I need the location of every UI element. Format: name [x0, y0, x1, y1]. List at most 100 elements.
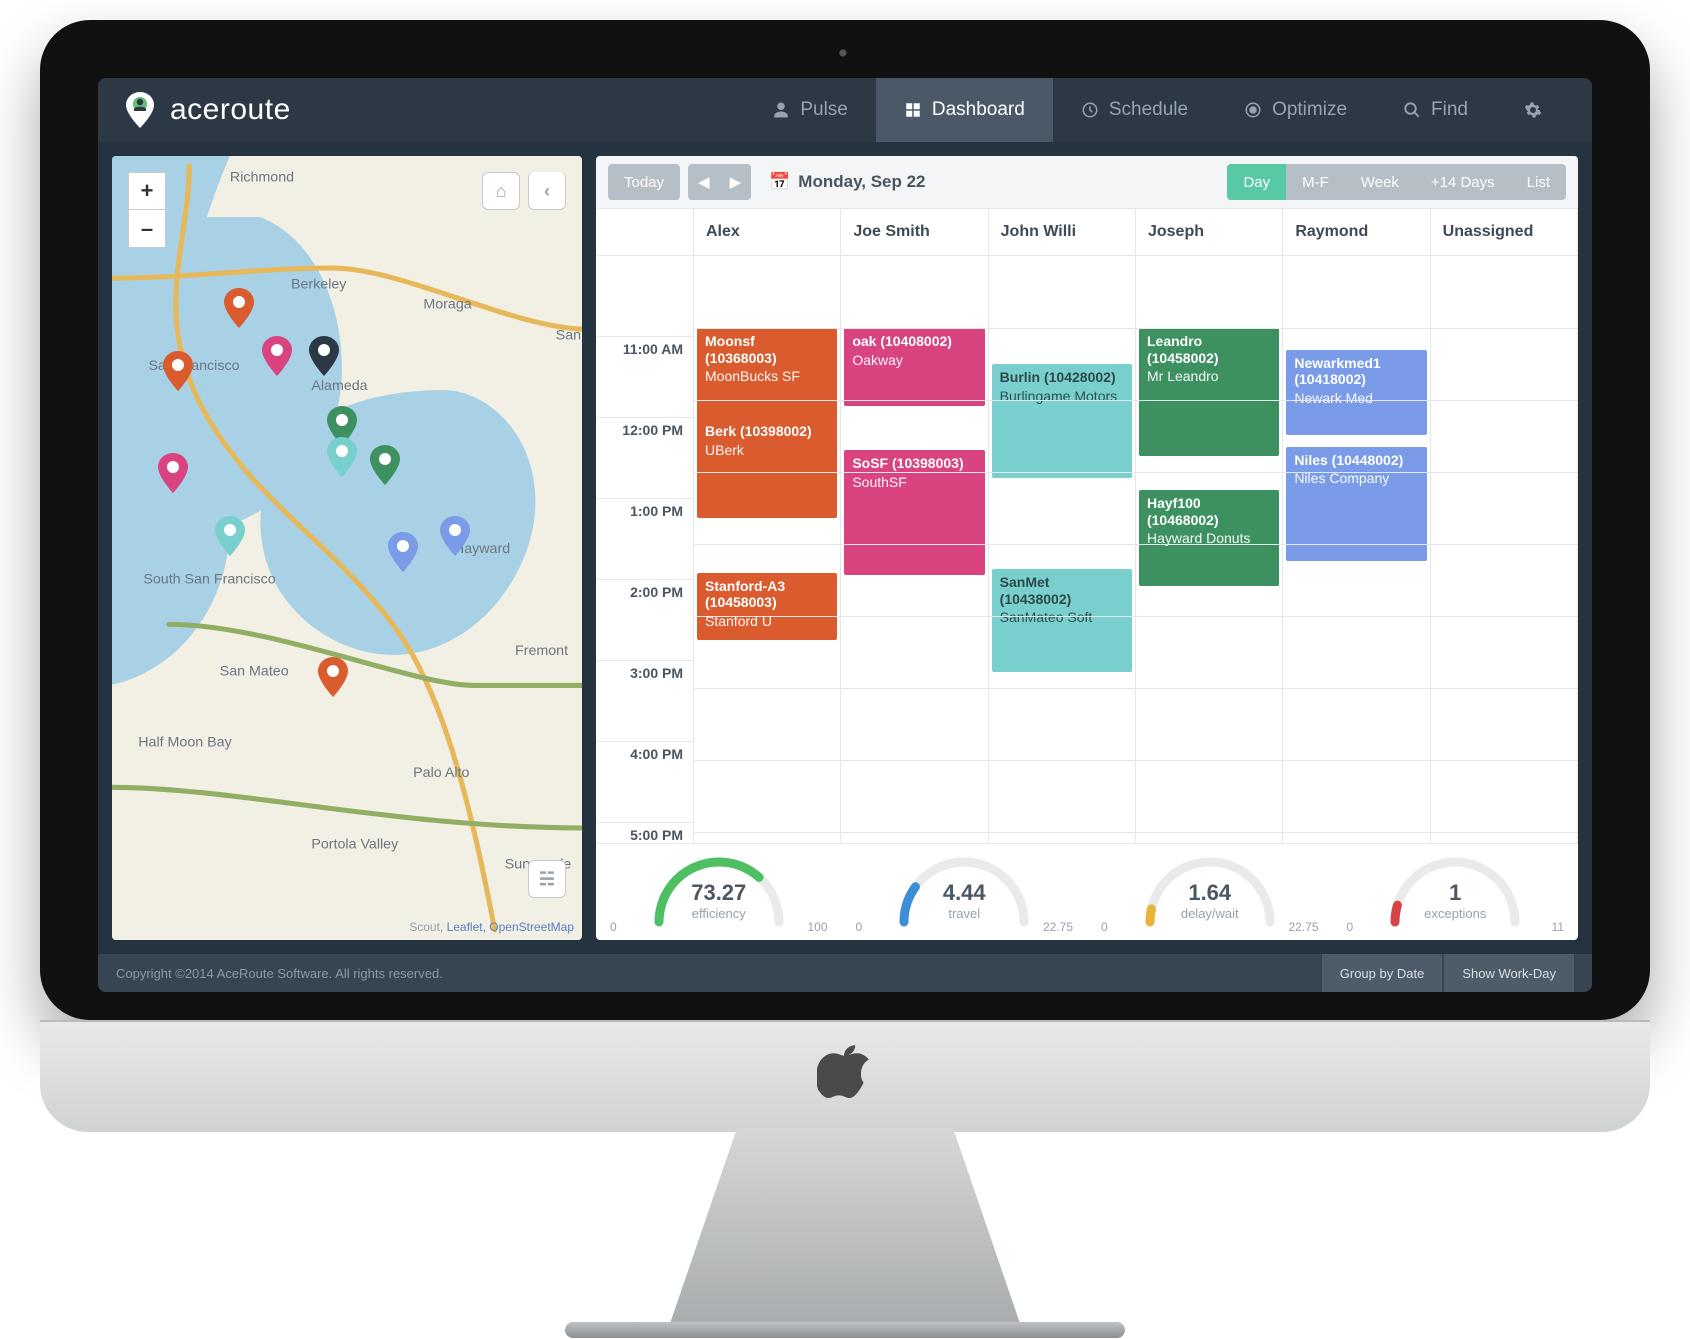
column-header[interactable]: Raymond	[1283, 209, 1430, 255]
event[interactable]: SoSF (10398003)SouthSF	[844, 450, 984, 575]
footer: Copyright ©2014 AceRoute Software. All r…	[98, 954, 1592, 992]
nav-dashboard[interactable]: Dashboard	[876, 78, 1053, 142]
event-subtitle: Newark Med	[1294, 390, 1418, 407]
apple-logo-icon	[817, 1042, 873, 1098]
event[interactable]: Moonsf (10368003)MoonBucks SF	[697, 328, 837, 424]
schedule-column[interactable]: oak (10408002)Oakway SoSF (10398003)South…	[841, 256, 988, 843]
kpi-gauges: 73.27efficiency01004.44travel022.751.64d…	[596, 843, 1578, 940]
today-button[interactable]: Today	[608, 164, 680, 200]
event[interactable]: Newarkmed1 (10418002) Newark Med	[1286, 350, 1426, 435]
map-attr-links[interactable]: Leaflet, OpenStreetMap	[447, 920, 574, 934]
view-list[interactable]: List	[1511, 164, 1566, 200]
target-icon	[1244, 101, 1262, 119]
map-back-button[interactable]: ‹	[528, 172, 566, 210]
map-home-button[interactable]: ⌂	[482, 172, 520, 210]
nav-settings[interactable]	[1496, 78, 1570, 142]
event[interactable]: Leandro (10458002)Mr Leandro	[1139, 328, 1279, 456]
map-pin[interactable]	[224, 288, 254, 328]
nav-label: Find	[1431, 99, 1468, 121]
map-pin[interactable]	[370, 445, 400, 485]
map-city-label: Portola Valley	[311, 836, 399, 852]
event[interactable]: Berk (10398002)UBerk	[697, 418, 837, 518]
top-nav: Pulse DashboardSchedule Optimize Find	[744, 78, 1570, 142]
event[interactable]: oak (10408002)Oakway	[844, 328, 984, 406]
group-by-date-button[interactable]: Group by Date	[1322, 954, 1443, 992]
event-subtitle: UBerk	[705, 442, 829, 459]
column-header[interactable]: Alex	[694, 209, 841, 255]
event-title: SanMet (10438002)	[1000, 574, 1124, 607]
column-header[interactable]: Unassigned	[1431, 209, 1578, 255]
footer-copyright: Copyright ©2014 AceRoute Software. All r…	[116, 966, 443, 981]
event[interactable]: Stanford-A3 (10458003)Stanford U	[697, 573, 837, 640]
event-title: oak (10408002)	[852, 333, 976, 350]
map-city-label: Richmond	[230, 169, 294, 185]
schedule-body: 11:00 AM12:00 PM1:00 PM2:00 PM3:00 PM4:0…	[596, 256, 1578, 843]
nav-pulse[interactable]: Pulse	[744, 78, 876, 142]
event-title: Newarkmed1 (10418002)	[1294, 355, 1418, 388]
map-pin[interactable]	[163, 351, 193, 391]
map-pin[interactable]	[262, 336, 292, 376]
map-pin[interactable]	[388, 532, 418, 572]
map-city-label: Fremont	[515, 643, 568, 659]
schedule-column[interactable]: Moonsf (10368003)MoonBucks SFBerk (10398…	[694, 256, 841, 843]
map-city-label: Moraga	[423, 297, 471, 313]
event[interactable]: SanMet (10438002)SanMateo Soft	[992, 569, 1132, 672]
screen-content: aceroute Pulse DashboardSchedule Optimize F…	[98, 78, 1592, 992]
map-pin[interactable]	[318, 657, 348, 697]
event-title: Burlin (10428002)	[1000, 369, 1124, 386]
event-subtitle: Burlingame Motors	[1000, 388, 1124, 405]
schedule-toolbar: Today ◀ ▶ 📅 Monday, Sep 22 DayM-FWeek+14…	[596, 156, 1578, 209]
map-attribution: Scout, Leaflet, OpenStreetMap	[409, 920, 574, 934]
map-zoom-out[interactable]: –	[128, 210, 166, 248]
schedule-column[interactable]	[1431, 256, 1578, 843]
map-pin[interactable]	[440, 516, 470, 556]
top-bar: aceroute Pulse DashboardSchedule Optimize F…	[98, 78, 1592, 142]
map-canvas[interactable]: RichmondBerkeleyMoragaSan FranciscoAlame…	[112, 156, 582, 940]
event-title: Leandro (10458002)	[1147, 333, 1271, 366]
next-day-button[interactable]: ▶	[720, 164, 752, 200]
gauge-value: 4.44	[943, 880, 986, 906]
event[interactable]: Burlin (10428002) Burlingame Motors	[992, 364, 1132, 478]
map-pin[interactable]	[327, 437, 357, 477]
prev-day-button[interactable]: ◀	[688, 164, 720, 200]
map-city-label: Berkeley	[291, 276, 347, 292]
map-pin[interactable]	[158, 453, 188, 493]
user-icon	[772, 101, 790, 119]
gauge-max: 11	[1552, 920, 1564, 934]
event[interactable]: Hayf100 (10468002)Hayward Donuts	[1139, 490, 1279, 586]
gauge-value: 1.64	[1188, 880, 1231, 906]
map-attr-prefix: Scout,	[409, 920, 446, 934]
schedule-column[interactable]: Leandro (10458002)Mr Leandro Hayf100 (104…	[1136, 256, 1283, 843]
nav-label: Optimize	[1272, 99, 1347, 121]
schedule-column[interactable]: Burlin (10428002) Burlingame Motors SanMet…	[989, 256, 1136, 843]
view-day[interactable]: Day	[1227, 164, 1286, 200]
search-icon	[1403, 101, 1421, 119]
view--14-days[interactable]: +14 Days	[1415, 164, 1511, 200]
column-header[interactable]: Joseph	[1136, 209, 1283, 255]
view-week[interactable]: Week	[1345, 164, 1415, 200]
view-m-f[interactable]: M-F	[1286, 164, 1345, 200]
map-pin[interactable]	[309, 336, 339, 376]
gauge-min: 0	[1347, 920, 1354, 934]
map-pin[interactable]	[215, 516, 245, 556]
show-work-day-button[interactable]: Show Work-Day	[1444, 954, 1574, 992]
map-panel[interactable]: RichmondBerkeleyMoragaSan FranciscoAlame…	[112, 156, 582, 940]
gauge-value: 1	[1449, 880, 1461, 906]
time-slot: 12:00 PM	[596, 418, 694, 499]
map-layers-button[interactable]: ☵	[528, 860, 566, 898]
column-header[interactable]: John Willi	[989, 209, 1136, 255]
brand-logo: aceroute	[120, 90, 291, 130]
map-city-label: Palo Alto	[413, 765, 469, 781]
nav-schedule[interactable]: Schedule	[1053, 78, 1216, 142]
brand-mark-icon	[120, 90, 160, 130]
schedule-columns[interactable]: Moonsf (10368003)MoonBucks SFBerk (10398…	[694, 256, 1578, 843]
column-header[interactable]: Joe Smith	[841, 209, 988, 255]
nav-find[interactable]: Find	[1375, 78, 1496, 142]
nav-label: Pulse	[800, 99, 848, 121]
map-zoom-in[interactable]: +	[128, 172, 166, 210]
nav-optimize[interactable]: Optimize	[1216, 78, 1375, 142]
gauge-label: exceptions	[1424, 906, 1486, 921]
map-top-right-controls: ⌂ ‹	[474, 172, 566, 210]
map-city-label: San Mateo	[220, 663, 289, 679]
schedule-column[interactable]: Newarkmed1 (10418002)Newark MedNiles (10…	[1283, 256, 1430, 843]
